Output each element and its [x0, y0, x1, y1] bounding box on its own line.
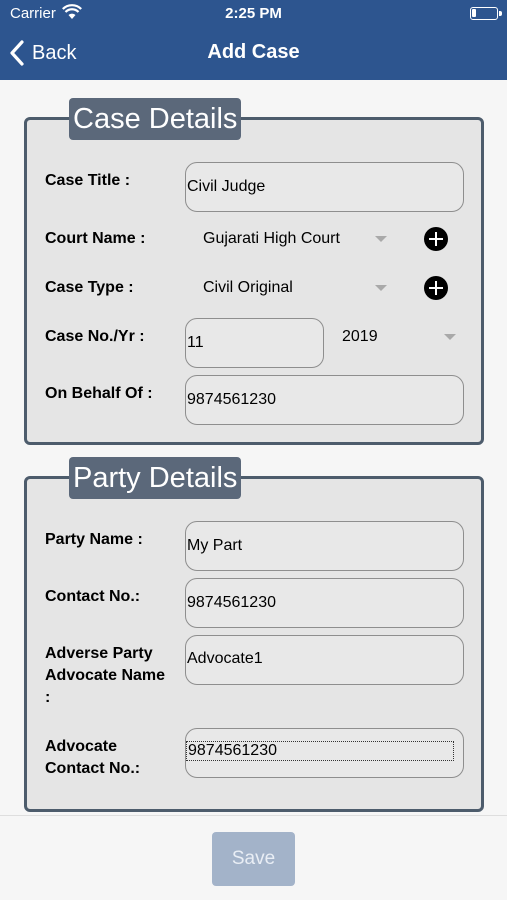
case-no-input[interactable]: 11 — [185, 318, 324, 368]
contact-no-label: Contact No.: — [45, 588, 141, 605]
case-details-panel: Case Details Case Title : Civil Judge Co… — [24, 98, 484, 445]
adverse-advocate-label: Adverse Party Advocate Name : — [45, 643, 165, 709]
adverse-label-line-3: : — [45, 689, 51, 706]
year-value: 2019 — [342, 328, 378, 345]
on-behalf-label: On Behalf Of : — [45, 385, 153, 402]
case-type-select[interactable]: Civil Original — [203, 272, 393, 304]
on-behalf-input[interactable]: 9874561230 — [185, 375, 464, 425]
contact-no-input[interactable]: 9874561230 — [185, 578, 464, 628]
status-bar: Carrier 2:25 PM — [0, 0, 507, 28]
form-content[interactable]: Case Details Case Title : Civil Judge Co… — [0, 80, 507, 815]
advocate-contact-value: 9874561230 — [186, 741, 454, 761]
party-name-value: My Part — [187, 537, 243, 554]
court-name-value: Gujarati High Court — [203, 230, 340, 247]
case-title-input[interactable]: Civil Judge — [185, 162, 464, 212]
add-case-type-button[interactable] — [424, 276, 448, 300]
adverse-advocate-value: Advocate1 — [187, 650, 263, 667]
advocate-contact-label-line-1: Advocate — [45, 738, 118, 755]
battery-icon — [470, 7, 502, 20]
advocate-contact-label: Advocate Contact No.: — [45, 736, 140, 780]
footer-bar: Save — [0, 815, 507, 900]
advocate-contact-label-line-2: Contact No.: — [45, 760, 141, 777]
case-title-value: Civil Judge — [187, 178, 266, 195]
party-details-title: Party Details — [69, 457, 242, 499]
adverse-label-line-2: Advocate Name — [45, 667, 166, 684]
party-details-panel: Party Details Party Name : My Part Conta… — [24, 457, 484, 812]
contact-no-value: 9874561230 — [187, 594, 276, 611]
court-name-label: Court Name : — [45, 230, 146, 247]
advocate-contact-input[interactable]: 9874561230 — [185, 728, 464, 778]
adverse-label-line-1: Adverse Party — [45, 645, 153, 662]
save-button[interactable]: Save — [212, 832, 295, 886]
status-time: 2:25 PM — [225, 5, 282, 22]
on-behalf-value: 9874561230 — [187, 391, 276, 408]
dropdown-caret-icon — [375, 236, 387, 242]
case-title-label: Case Title : — [45, 172, 131, 189]
case-type-label: Case Type : — [45, 279, 134, 296]
navigation-bar: Back Add Case — [0, 28, 507, 80]
case-no-value: 11 — [187, 334, 204, 351]
adverse-advocate-input[interactable]: Advocate1 — [185, 635, 464, 685]
case-details-title: Case Details — [69, 98, 242, 140]
add-court-button[interactable] — [424, 227, 448, 251]
dropdown-caret-icon — [375, 285, 387, 291]
page-title: Add Case — [207, 41, 300, 63]
case-type-value: Civil Original — [203, 279, 293, 296]
case-no-label: Case No./Yr : — [45, 328, 145, 345]
party-name-label: Party Name : — [45, 531, 143, 548]
party-name-input[interactable]: My Part — [185, 521, 464, 571]
court-name-select[interactable]: Gujarati High Court — [203, 223, 393, 255]
dropdown-caret-icon — [444, 334, 456, 340]
